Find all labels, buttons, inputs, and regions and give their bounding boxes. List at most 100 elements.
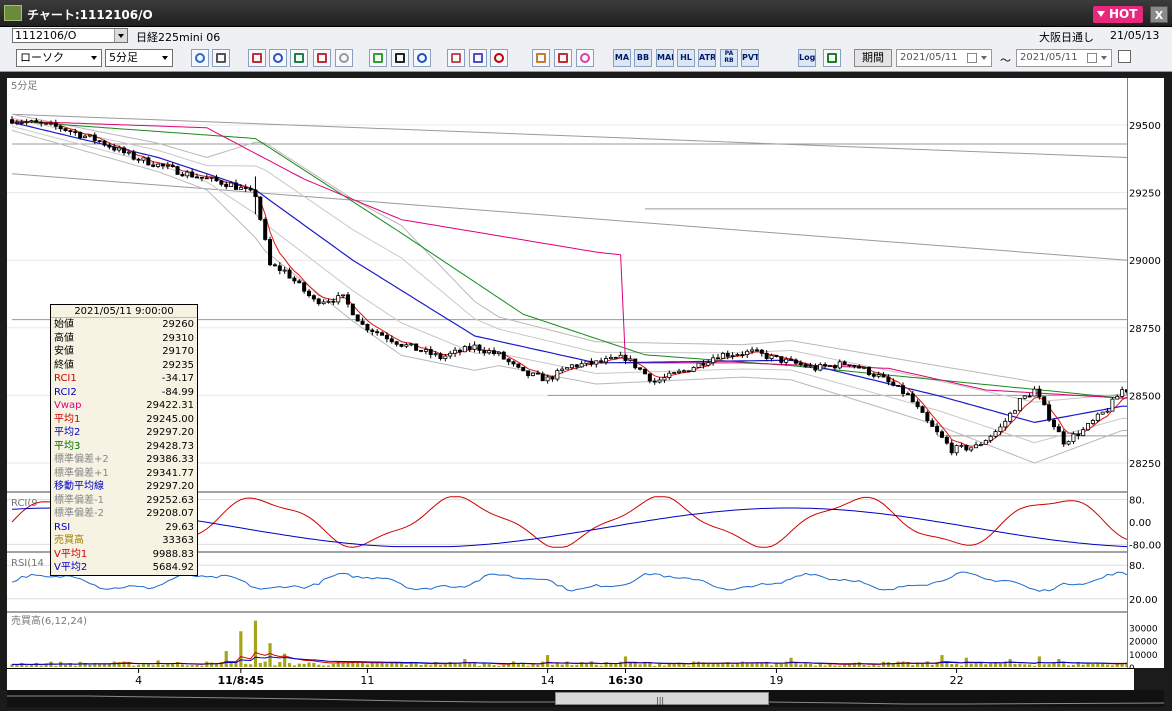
data-window-value: 33363 [162, 535, 194, 546]
calendar-icon[interactable] [967, 53, 977, 63]
candle [175, 165, 180, 175]
chevron-down-icon[interactable] [1098, 50, 1110, 66]
data-window-value: 29428.73 [146, 440, 194, 452]
volume-bar [833, 665, 837, 667]
period-button[interactable]: 期間 [854, 49, 892, 67]
volume-bar [614, 664, 618, 667]
data-window-row: 移動平均線 29297.20 [51, 480, 197, 494]
data-window-value: 29260 [162, 319, 194, 330]
settings-button[interactable] [532, 49, 550, 67]
volume-bar [253, 620, 258, 667]
chart-scrollbar[interactable]: ||| [7, 690, 1164, 707]
volume-bar [1105, 664, 1110, 667]
indicator-parb-button[interactable]: PA RB [720, 49, 738, 67]
download-button[interactable] [248, 49, 266, 67]
data-window-row: V平均1 9988.83 [51, 548, 197, 562]
candle-body [540, 373, 545, 382]
grid-button[interactable] [212, 49, 230, 67]
candle-body [19, 122, 24, 124]
indicator-log-button[interactable]: Log [798, 49, 816, 67]
candle [555, 368, 560, 382]
indicator-bb-button[interactable]: BB [634, 49, 652, 67]
candle-body [350, 303, 355, 316]
candle [866, 366, 871, 377]
volume-bar [930, 664, 934, 667]
candle-body [229, 182, 234, 187]
volume-tick-label: 30000 [1129, 624, 1158, 634]
candle [418, 349, 423, 353]
toolbar-checkbox[interactable] [1118, 50, 1131, 63]
volume-bar [73, 665, 77, 667]
candle-body [730, 355, 735, 357]
all-button[interactable] [490, 49, 508, 67]
volume-bar [200, 665, 204, 667]
indicator-pvt-button[interactable]: PVT [741, 49, 759, 67]
chart-button[interactable] [290, 49, 308, 67]
candle [24, 119, 29, 125]
indicator-mae-button[interactable]: MAE [656, 49, 674, 67]
candle [321, 299, 326, 305]
candle-body [418, 349, 423, 352]
indicator-hl-button[interactable]: HL [677, 49, 695, 67]
detail-button[interactable] [269, 49, 287, 67]
candle [87, 134, 92, 138]
candle-body [813, 365, 818, 371]
candle-body [292, 277, 297, 282]
indicator-label: Log [799, 53, 816, 62]
volume-bar [370, 662, 374, 667]
hot-button[interactable]: HOT [1093, 6, 1143, 23]
scrollbar-thumb[interactable]: ||| [555, 692, 769, 705]
export-button[interactable] [823, 49, 841, 67]
candle-body [1008, 412, 1013, 422]
candle [740, 351, 745, 358]
zoom-button[interactable] [191, 49, 209, 67]
volume-bar [696, 661, 701, 667]
candle [1032, 386, 1037, 397]
volume-bar [672, 664, 676, 667]
undo-button[interactable] [413, 49, 431, 67]
pen-button[interactable] [369, 49, 387, 67]
calendar-icon[interactable] [1087, 53, 1097, 63]
candle-down-button[interactable] [469, 49, 487, 67]
indicator-ma-button[interactable]: MA [613, 49, 631, 67]
rci-tick-label: -80.00 [1129, 540, 1161, 551]
chevron-down-icon[interactable] [114, 29, 127, 42]
candle [652, 377, 657, 385]
candle-body [336, 295, 341, 303]
candle [97, 140, 102, 143]
chart-type-select[interactable]: ローソク [16, 49, 102, 67]
candle-body [126, 151, 131, 154]
interval-select[interactable]: 5分足 [105, 49, 173, 67]
volume-bar [779, 664, 783, 667]
volume-bar [954, 663, 959, 667]
candle-body [608, 356, 613, 359]
volume-bar [185, 665, 189, 667]
candle [896, 384, 901, 387]
volume-bar [799, 664, 803, 667]
volume-bar [399, 663, 404, 667]
cursor-button[interactable] [391, 49, 409, 67]
candle-body [248, 187, 253, 191]
color-button[interactable] [576, 49, 594, 67]
candle-body [642, 368, 647, 375]
candle-body [190, 171, 195, 178]
candle-body [818, 364, 823, 371]
symbol-input[interactable]: 1112106/O [12, 28, 128, 43]
chevron-down-icon[interactable] [978, 50, 990, 66]
date-from-field[interactable]: 2021/05/11 [896, 49, 992, 67]
candle [881, 372, 886, 378]
candle-button[interactable] [447, 49, 465, 67]
alert-button[interactable] [335, 49, 353, 67]
candle-body [754, 349, 759, 352]
candle-body [930, 420, 935, 427]
date-to-field[interactable]: 2021/05/11 [1016, 49, 1112, 67]
candle-body [857, 365, 862, 369]
compare-button[interactable] [313, 49, 331, 67]
indicator-atr-button[interactable]: ATR [698, 49, 716, 67]
close-button[interactable]: X [1150, 6, 1168, 23]
candle [404, 342, 409, 349]
volume-bar [619, 661, 623, 667]
wrench-button[interactable] [554, 49, 572, 67]
chart-icon [294, 53, 304, 63]
candle-body [160, 163, 165, 167]
